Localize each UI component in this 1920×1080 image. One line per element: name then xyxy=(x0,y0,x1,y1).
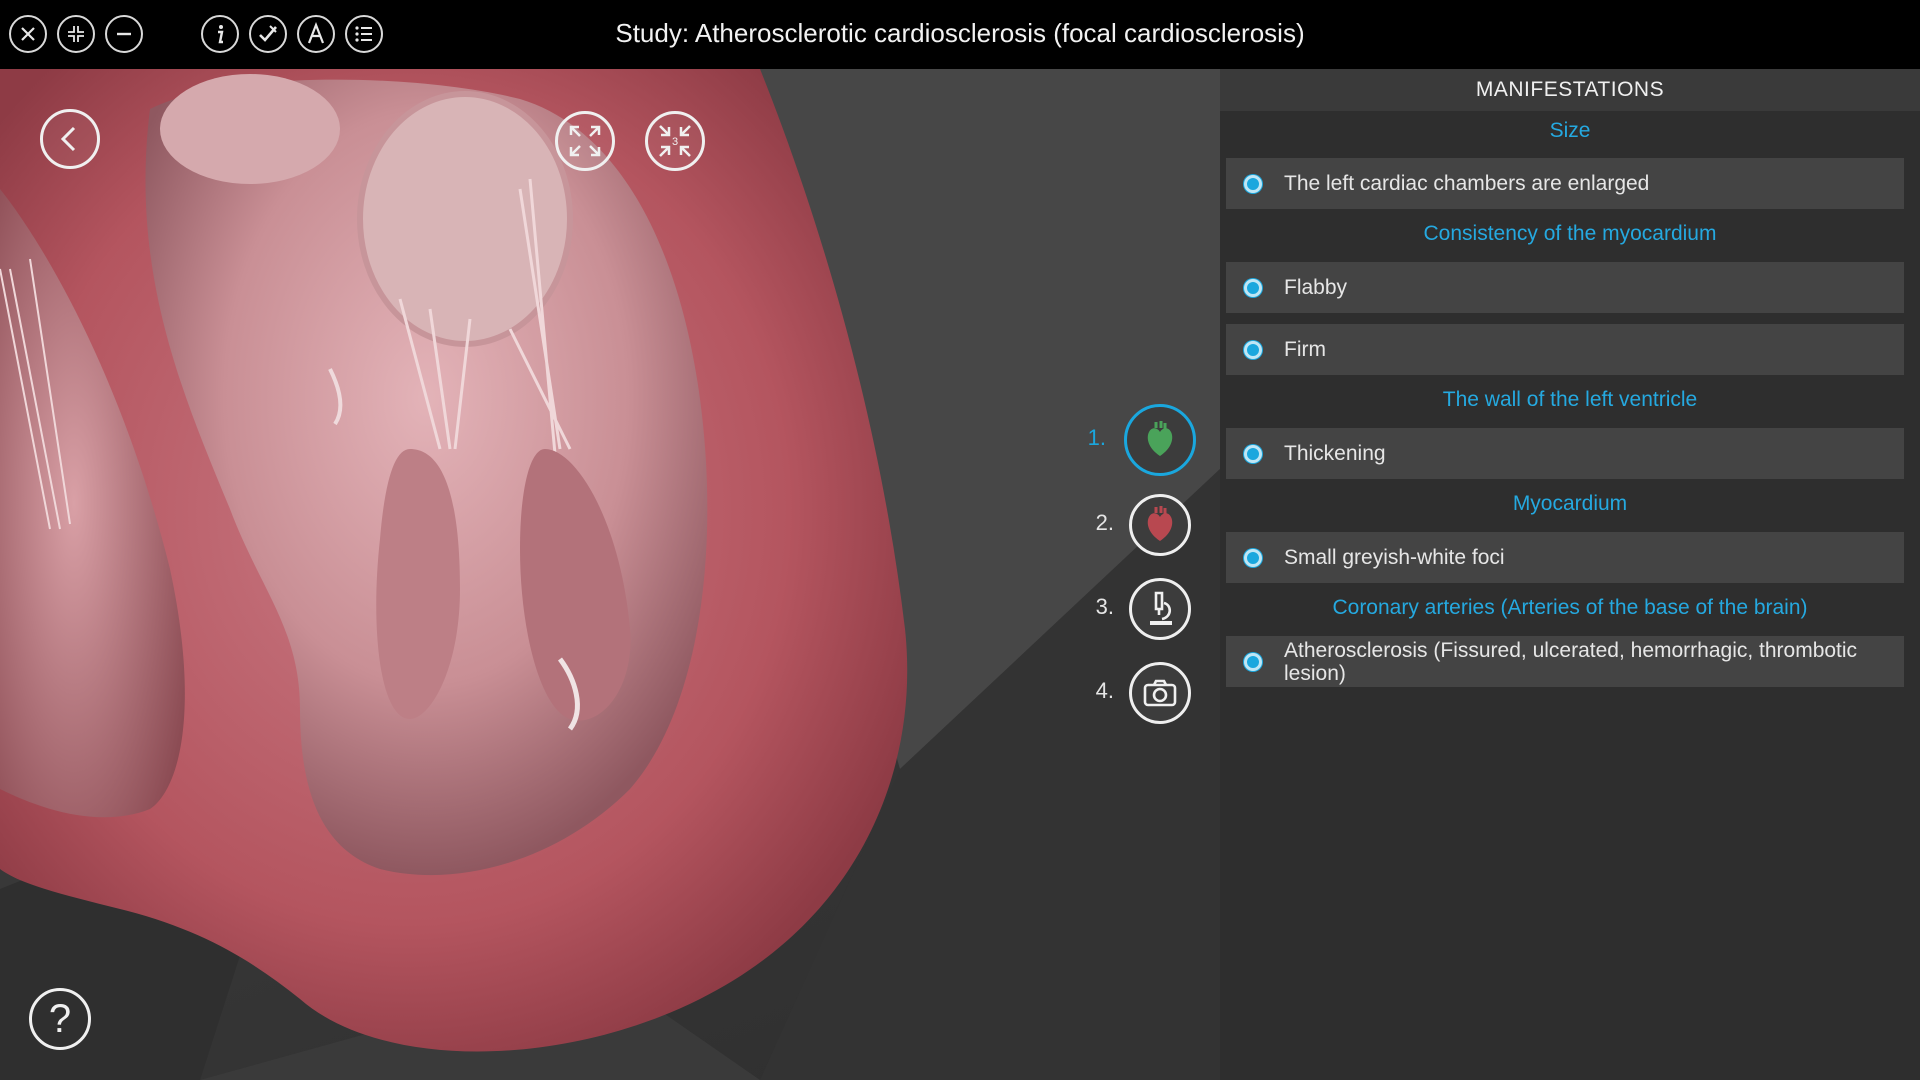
manifestation-item[interactable]: Firm xyxy=(1226,324,1904,375)
manifestations-panel: MANIFESTATIONS Size The left cardiac cha… xyxy=(1220,69,1920,1080)
mode-1-button[interactable] xyxy=(1124,404,1196,476)
font-a-icon xyxy=(307,22,325,44)
info-icon xyxy=(218,25,224,44)
chevron-left-icon xyxy=(60,126,76,152)
radio-dot-icon xyxy=(1244,278,1262,297)
manifestation-item[interactable]: The left cardiac chambers are enlarged xyxy=(1226,158,1904,209)
edit-check-button[interactable] xyxy=(249,15,287,53)
3d-viewer[interactable]: 3 1. 2. 3. 4. ? xyxy=(0,69,1220,1080)
manifestation-item[interactable]: Thickening xyxy=(1226,428,1904,479)
radio-dot-icon xyxy=(1244,548,1262,567)
panel-header: MANIFESTATIONS xyxy=(1220,69,1920,111)
section-title-consistency: Consistency of the myocardium xyxy=(1423,222,1717,245)
manifestation-item[interactable]: Small greyish-white foci xyxy=(1226,532,1904,583)
manifestation-label: Atherosclerosis (Fissured, ulcerated, he… xyxy=(1284,638,1858,685)
fullscreen-button[interactable] xyxy=(555,111,615,171)
camera-icon xyxy=(1143,679,1177,707)
collapse-icon xyxy=(68,26,84,42)
list-icon xyxy=(355,26,372,42)
radio-dot-icon xyxy=(1244,174,1262,193)
mode-4-button[interactable] xyxy=(1129,662,1191,724)
radio-dot-icon xyxy=(1244,444,1262,463)
mode-3-number: 3. xyxy=(1095,594,1114,619)
list-button[interactable] xyxy=(345,15,383,53)
shrink-icon: 3 xyxy=(659,125,691,157)
heart-model[interactable] xyxy=(0,69,1220,1080)
mode-2-button[interactable] xyxy=(1129,494,1191,556)
page-title: Study: Atherosclerotic cardiosclerosis (… xyxy=(615,18,1305,48)
mode-3-button[interactable] xyxy=(1129,578,1191,640)
minimize-button[interactable] xyxy=(105,15,143,53)
back-button[interactable] xyxy=(40,109,100,169)
help-button[interactable]: ? xyxy=(29,988,91,1050)
heart-green-icon xyxy=(1147,421,1173,456)
manifestation-item[interactable]: Atherosclerosis (Fissured, ulcerated, he… xyxy=(1226,636,1904,687)
manifestation-label: The left cardiac chambers are enlarged xyxy=(1284,172,1650,195)
close-icon xyxy=(21,27,35,41)
manifestation-label: Small greyish-white foci xyxy=(1284,546,1505,569)
expand-icon xyxy=(569,125,601,157)
collapse-button[interactable] xyxy=(57,15,95,53)
manifestation-label: Flabby xyxy=(1284,276,1348,299)
mode-4-number: 4. xyxy=(1095,678,1114,703)
mode-1-number: 1. xyxy=(1087,425,1106,450)
manifestation-item[interactable]: Flabby xyxy=(1226,262,1904,313)
info-button[interactable] xyxy=(201,15,239,53)
section-title-wall: The wall of the left ventricle xyxy=(1442,388,1698,411)
minimize-icon xyxy=(117,32,131,36)
section-title-coronary: Coronary arteries (Arteries of the base … xyxy=(1332,596,1808,619)
shrink-view-button[interactable]: 3 xyxy=(645,111,705,171)
section-title-size: Size xyxy=(1549,119,1591,142)
microscope-icon xyxy=(1150,591,1172,625)
heart-red-icon xyxy=(1147,506,1173,541)
shrink-badge: 3 xyxy=(672,136,678,148)
edit-check-icon xyxy=(259,25,277,42)
radio-dot-icon xyxy=(1244,340,1262,359)
close-button[interactable] xyxy=(9,15,47,53)
radio-dot-icon xyxy=(1244,652,1262,671)
section-title-myocardium: Myocardium xyxy=(1512,492,1628,515)
top-bar: Study: Atherosclerotic cardiosclerosis (… xyxy=(0,0,1920,69)
font-button[interactable] xyxy=(297,15,335,53)
mode-2-number: 2. xyxy=(1095,510,1114,535)
manifestation-label: Firm xyxy=(1284,338,1326,361)
manifestation-label: Thickening xyxy=(1284,442,1386,465)
